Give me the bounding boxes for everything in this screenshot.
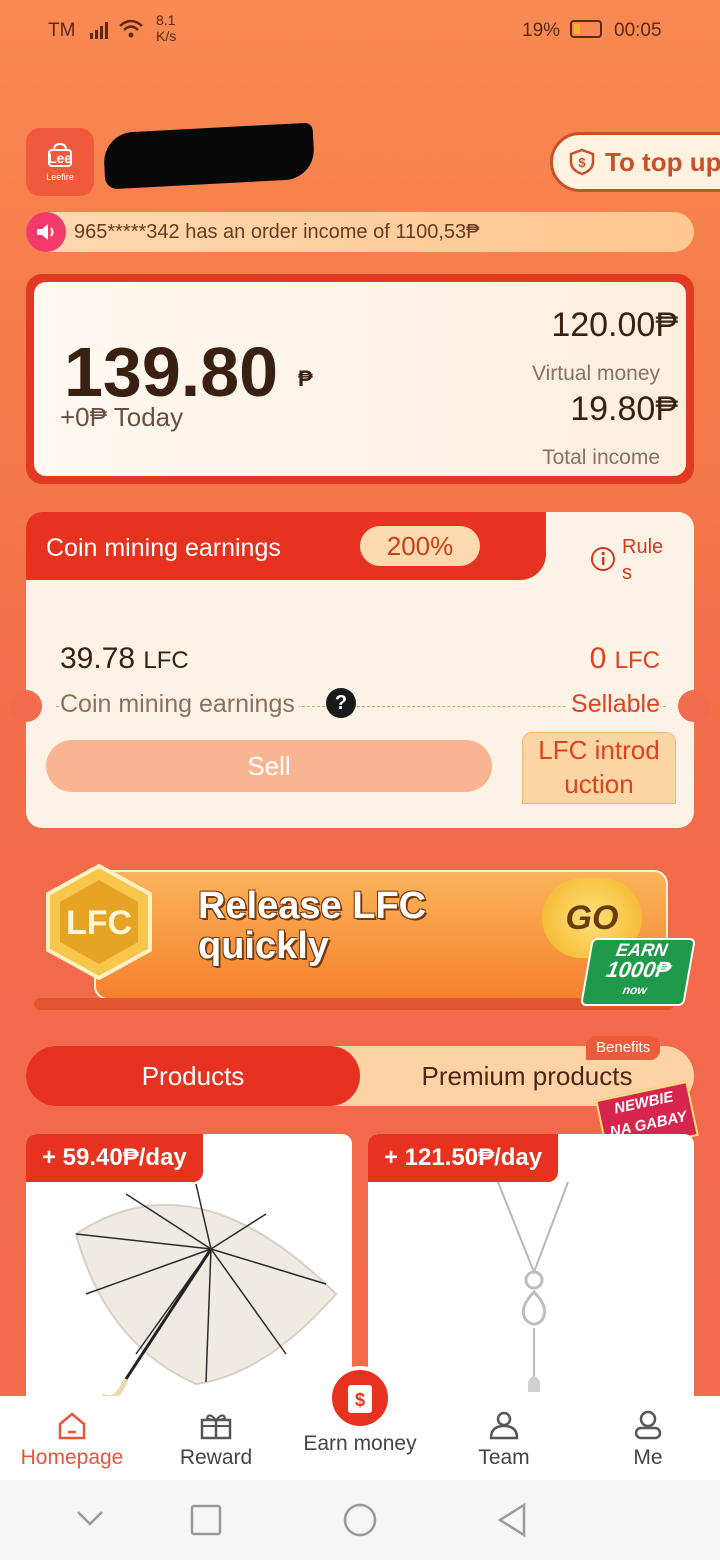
release-lfc-banner[interactable]: LFC Release LFC quickly GO EARN 1000₱ no… <box>34 862 696 1012</box>
carrier-label: TM <box>48 20 76 41</box>
help-icon[interactable]: ? <box>326 688 356 718</box>
lfc-coin-icon: LFC <box>46 863 152 981</box>
umbrella-image <box>74 1183 338 1401</box>
system-nav-bar <box>0 1480 720 1560</box>
back-icon[interactable] <box>496 1502 528 1538</box>
home-icon <box>58 1412 86 1440</box>
mining-header: Coin mining earnings 200% <box>26 512 546 580</box>
sellable-label: Sellable <box>567 690 660 719</box>
banner-shelf <box>34 998 674 1010</box>
svg-text:LFC: LFC <box>66 904 132 942</box>
total-income-label: Total income <box>542 446 660 469</box>
coin-mining-card: Coin mining earnings 200% Rule s 39.78 L… <box>10 512 710 828</box>
ticker-text: 965*****342 has an order income of 1100,… <box>74 220 480 243</box>
nav-earn-money[interactable]: $ Earn money <box>288 1366 432 1456</box>
person-icon <box>634 1410 662 1440</box>
chevron-down-icon[interactable] <box>76 1508 104 1528</box>
app-logo: Lee Leefire <box>26 128 94 196</box>
card-notch-right <box>678 690 710 722</box>
product-card[interactable]: + 59.40₱/day <box>26 1134 352 1404</box>
net-speed: 8.1 K/s <box>156 12 177 44</box>
total-income-amount: 19.80₱ <box>570 390 678 428</box>
nav-homepage[interactable]: Homepage <box>0 1410 144 1470</box>
svg-text:$: $ <box>578 155 586 170</box>
virtual-money-amount: 120.00₱ <box>551 306 678 344</box>
shield-dollar-icon: $ <box>569 148 595 176</box>
status-bar: TM 8.1 K/s 19% 00:05 <box>0 0 720 60</box>
card-notch-left <box>10 690 42 722</box>
wifi-icon <box>119 19 143 38</box>
nav-reward[interactable]: Reward <box>144 1410 288 1470</box>
earn-badge: EARN 1000₱ now <box>580 938 696 1006</box>
balance-card: 139.80 ₱ +0₱ Today 120.00₱ Virtual money… <box>26 274 694 484</box>
battery-percent: 19% <box>522 20 561 41</box>
daily-income-tag: + 59.40₱/day <box>26 1134 203 1182</box>
sell-button[interactable]: Sell <box>46 740 492 792</box>
banner-title: Release LFC quickly <box>198 885 427 967</box>
mining-rate-badge: 200% <box>360 526 480 566</box>
home-circle-icon[interactable] <box>342 1502 378 1538</box>
sellable-value: 0 LFC <box>589 642 660 675</box>
product-card[interactable]: + 121.50₱/day <box>368 1134 694 1404</box>
necklace-image <box>497 1182 569 1392</box>
today-income: +0₱ Today <box>60 402 184 432</box>
top-up-button[interactable]: $ To top up <box>550 132 720 192</box>
gift-icon <box>200 1414 232 1440</box>
earn-money-icon: $ <box>328 1366 392 1430</box>
mining-earnings-label: Coin mining earnings <box>60 690 299 719</box>
nav-me[interactable]: Me <box>576 1410 720 1470</box>
virtual-money-label: Virtual money <box>531 362 660 385</box>
lfc-introduction-button[interactable]: LFC introd uction <box>522 732 676 804</box>
nav-team[interactable]: Team <box>432 1410 576 1470</box>
speaker-icon <box>26 212 66 252</box>
svg-text:$: $ <box>355 1390 365 1410</box>
income-ticker: 965*****342 has an order income of 1100,… <box>26 212 694 252</box>
bottom-nav: Homepage Reward $ Earn money Team Me <box>0 1366 720 1480</box>
battery-icon <box>570 20 602 38</box>
recent-apps-icon[interactable] <box>190 1504 222 1536</box>
mining-title: Coin mining earnings <box>46 534 281 562</box>
clock: 00:05 <box>614 20 662 41</box>
mining-earnings-value: 39.78 LFC <box>60 642 189 675</box>
balance-amount: 139.80 <box>64 333 279 411</box>
top-up-label: To top up <box>605 146 720 177</box>
benefits-badge: Benefits <box>586 1036 661 1060</box>
rules-link[interactable]: Rule s <box>590 534 670 586</box>
team-icon <box>489 1411 519 1440</box>
tab-products[interactable]: Products <box>26 1046 360 1106</box>
rules-label: Rule s <box>622 536 664 584</box>
redacted-username <box>102 122 316 190</box>
daily-income-tag: + 121.50₱/day <box>368 1134 559 1182</box>
info-icon <box>591 547 615 571</box>
signal-icon <box>90 22 108 39</box>
balance-currency: ₱ <box>298 366 313 391</box>
